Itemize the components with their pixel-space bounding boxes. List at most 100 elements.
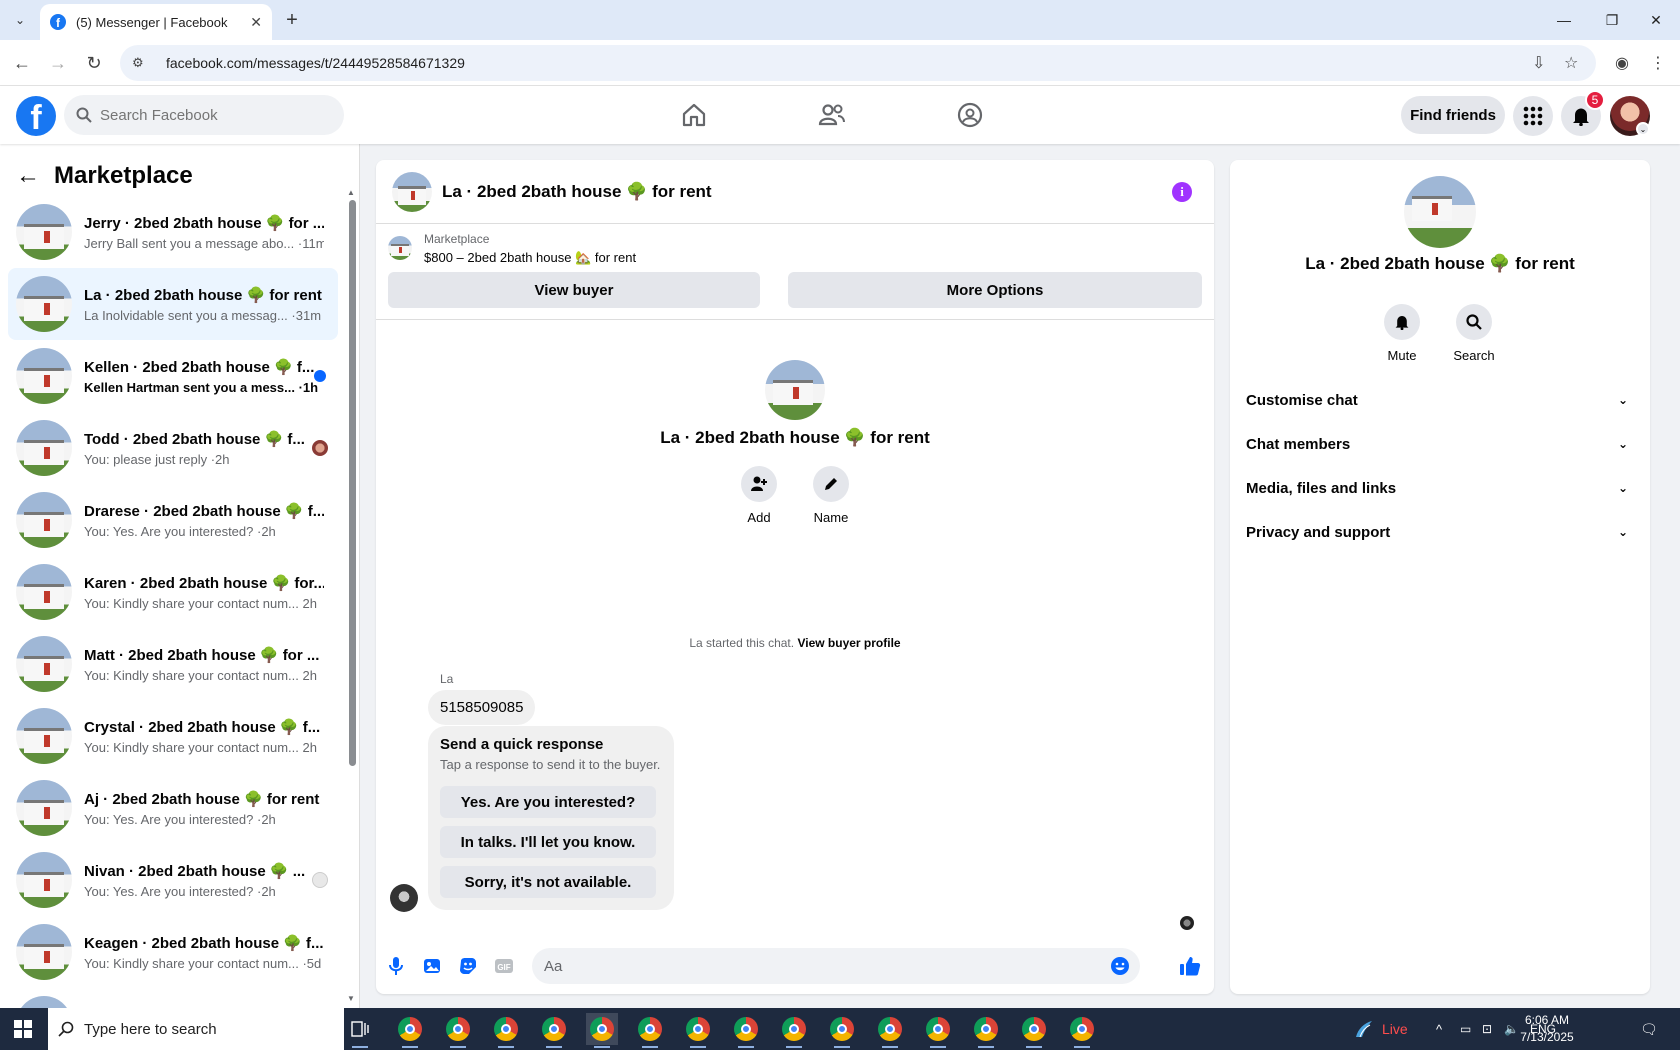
weather-widget[interactable]: Live xyxy=(1352,1008,1408,1050)
install-app-icon[interactable]: ⇩ xyxy=(1532,45,1545,81)
taskbar-chrome-icon[interactable] xyxy=(874,1013,906,1048)
conversation-item[interactable]: Keagen · 2bed 2bath house 🌳 f... You: Kin… xyxy=(8,916,338,988)
taskbar-chrome-icon[interactable] xyxy=(394,1013,426,1048)
taskbar-chrome-icon[interactable] xyxy=(970,1013,1002,1048)
conversation-item[interactable]: Matt · 2bed 2bath house 🌳 for ... You: Ki… xyxy=(8,628,338,700)
site-info-icon[interactable]: ⚙ xyxy=(132,55,150,71)
tab-search-chevron-icon[interactable]: ⌄ xyxy=(8,8,32,32)
taskbar-chrome-icon[interactable] xyxy=(922,1013,954,1048)
scrollbar-thumb[interactable] xyxy=(349,200,356,766)
pencil-icon[interactable] xyxy=(813,466,849,502)
quick-response-in-talks[interactable]: In talks. I'll let you know. xyxy=(440,826,656,858)
search-icon[interactable] xyxy=(1456,304,1492,340)
task-view-icon[interactable] xyxy=(344,1013,376,1048)
taskbar-chrome-icon[interactable] xyxy=(538,1013,570,1048)
photo-icon[interactable] xyxy=(420,954,444,978)
section-media-files-links[interactable]: Media, files and links ⌄ xyxy=(1246,466,1634,510)
taskbar-chrome-icon[interactable] xyxy=(586,1013,618,1048)
listing-thumbnail[interactable] xyxy=(388,236,412,260)
close-window-icon[interactable]: ✕ xyxy=(1632,0,1680,40)
taskbar-chrome-icon[interactable] xyxy=(442,1013,474,1048)
menu-grid-icon[interactable] xyxy=(1513,96,1553,136)
find-friends-button[interactable]: Find friends xyxy=(1401,96,1505,134)
taskbar-chrome-icon[interactable] xyxy=(682,1013,714,1048)
conversation-item[interactable]: Jerry · 2bed 2bath house 🌳 for ... Jerry … xyxy=(8,196,338,268)
minimize-icon[interactable]: — xyxy=(1540,0,1588,40)
add-people-action[interactable]: Add xyxy=(729,466,789,525)
info-icon[interactable]: i xyxy=(1172,182,1192,202)
conversation-item[interactable]: Nivan · 2bed 2bath house 🌳 ... You: Yes. … xyxy=(8,844,338,916)
name-action[interactable]: Name xyxy=(801,466,861,525)
info-avatar[interactable] xyxy=(1404,176,1476,248)
thumbs-up-icon[interactable] xyxy=(1178,954,1202,978)
chat-avatar[interactable] xyxy=(392,171,432,212)
bell-icon[interactable] xyxy=(1384,304,1420,340)
home-nav-icon[interactable] xyxy=(638,90,750,140)
facebook-search-input[interactable] xyxy=(100,106,320,124)
language-indicator[interactable]: ENG xyxy=(1530,1008,1556,1050)
network-icon[interactable]: ⊡ xyxy=(1482,1008,1492,1050)
restore-icon[interactable]: ❐ xyxy=(1588,0,1636,40)
section-privacy-support[interactable]: Privacy and support ⌄ xyxy=(1246,510,1634,554)
quick-response-yes[interactable]: Yes. Are you interested? xyxy=(440,786,656,818)
action-center-icon[interactable]: 🗨 xyxy=(1640,1008,1658,1050)
taskbar-search[interactable]: Type here to search xyxy=(48,1008,344,1050)
microphone-icon[interactable] xyxy=(384,954,408,978)
friends-nav-icon[interactable] xyxy=(776,90,888,140)
taskbar-chrome-icon[interactable] xyxy=(730,1013,762,1048)
address-bar[interactable]: ⚙ facebook.com/messages/t/24449528584671… xyxy=(120,45,1596,81)
browser-tab-messenger[interactable]: f (5) Messenger | Facebook ✕ xyxy=(40,4,272,40)
groups-nav-icon[interactable] xyxy=(914,90,1026,140)
add-person-icon[interactable] xyxy=(741,466,777,502)
tray-device-icon[interactable]: ▭ xyxy=(1460,1008,1471,1050)
taskbar-chrome-icon[interactable] xyxy=(826,1013,858,1048)
conversation-item[interactable]: Drarese · 2bed 2bath house 🌳 f... You: Ye… xyxy=(8,484,338,556)
listing-title[interactable]: $800 – 2bed 2bath house 🏡 for rent xyxy=(424,250,636,266)
new-tab-icon[interactable]: + xyxy=(280,8,304,32)
conversation-item[interactable]: Kellen · 2bed 2bath house 🌳 f... Kellen H… xyxy=(8,340,338,412)
scroll-down-icon[interactable]: ▼ xyxy=(347,994,355,1003)
facebook-search[interactable] xyxy=(64,95,344,135)
volume-icon[interactable]: 🔈 xyxy=(1504,1008,1519,1050)
conversation-item[interactable]: Karen · 2bed 2bath house 🌳 for... You: Ki… xyxy=(8,556,338,628)
account-chevron-icon[interactable]: ⌄ xyxy=(1636,122,1650,136)
conversation-item[interactable]: Aj · 2bed 2bath house 🌳 for rent You: Yes… xyxy=(8,772,338,844)
forward-icon[interactable]: → xyxy=(45,50,71,76)
section-chat-members[interactable]: Chat members ⌄ xyxy=(1246,422,1634,466)
conversation-item[interactable]: Nay · 2bed 2bath house 🌳 for r... xyxy=(8,988,338,1008)
conversation-item[interactable]: Crystal · 2bed 2bath house 🌳 f... You: Ki… xyxy=(8,700,338,772)
taskbar-chrome-icon[interactable] xyxy=(778,1013,810,1048)
sticker-icon[interactable] xyxy=(456,954,480,978)
view-buyer-button[interactable]: View buyer xyxy=(388,272,760,308)
bookmark-star-icon[interactable]: ☆ xyxy=(1564,45,1578,81)
reload-icon[interactable]: ↻ xyxy=(81,50,107,76)
tab-close-icon[interactable]: ✕ xyxy=(250,14,262,31)
conversation-item[interactable]: Todd · 2bed 2bath house 🌳 f... You: pleas… xyxy=(8,412,338,484)
quick-response-not-available[interactable]: Sorry, it's not available. xyxy=(440,866,656,898)
back-arrow-icon[interactable]: ← xyxy=(16,162,40,190)
taskbar-chrome-icon[interactable] xyxy=(1018,1013,1050,1048)
emoji-icon[interactable] xyxy=(1108,954,1132,978)
taskbar-chrome-icon[interactable] xyxy=(490,1013,522,1048)
search-action[interactable]: Search xyxy=(1444,304,1504,363)
chat-title[interactable]: La · 2bed 2bath house 🌳 for rent xyxy=(442,182,712,202)
conversation-item[interactable]: La · 2bed 2bath house 🌳 for rent La Inolv… xyxy=(8,268,338,340)
message-input[interactable] xyxy=(532,948,1140,984)
more-options-button[interactable]: More Options xyxy=(788,272,1202,308)
taskbar-chrome-icon[interactable] xyxy=(634,1013,666,1048)
scroll-up-icon[interactable]: ▲ xyxy=(347,188,355,197)
taskbar-chrome-icon[interactable] xyxy=(1066,1013,1098,1048)
notifications-bell-icon[interactable]: 5 xyxy=(1561,90,1605,136)
profile-icon[interactable]: ◉ xyxy=(1609,50,1635,76)
tray-overflow-icon[interactable]: ^ xyxy=(1436,1008,1442,1050)
section-customise-chat[interactable]: Customise chat ⌄ xyxy=(1246,378,1634,422)
message-bubble[interactable]: 5158509085 xyxy=(428,690,536,725)
view-buyer-profile-link[interactable]: View buyer profile xyxy=(797,636,900,650)
mute-action[interactable]: Mute xyxy=(1372,304,1432,363)
windows-start-icon[interactable] xyxy=(0,1008,46,1050)
gif-icon[interactable]: GIF xyxy=(492,954,516,978)
sender-avatar[interactable] xyxy=(390,884,418,912)
facebook-logo-icon[interactable]: f xyxy=(16,96,56,136)
browser-menu-icon[interactable]: ⋮ xyxy=(1645,50,1671,76)
back-icon[interactable]: ← xyxy=(9,50,35,76)
